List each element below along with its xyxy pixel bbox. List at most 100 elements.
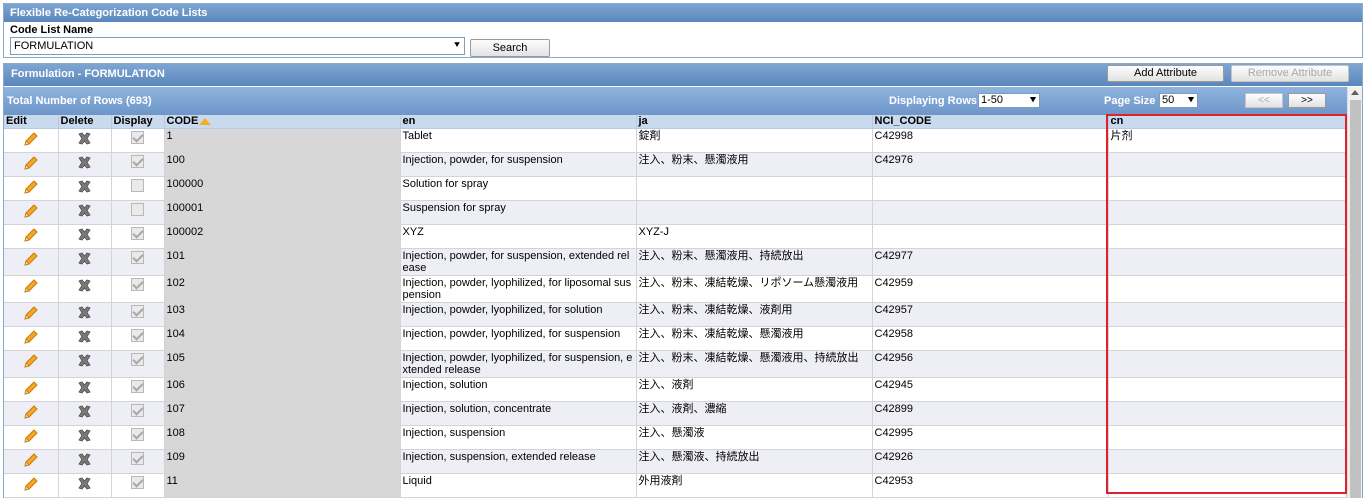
en-cell[interactable]: Injection, powder, lyophilized, for lipo… — [400, 275, 637, 303]
display-checkbox[interactable] — [131, 403, 144, 417]
pencil-edit-icon[interactable] — [23, 329, 39, 348]
display-checkbox[interactable] — [131, 475, 144, 489]
search-button[interactable]: Search — [470, 39, 550, 57]
delete-icon[interactable] — [77, 429, 92, 446]
ja-cell[interactable]: 錠剤 — [636, 128, 873, 153]
display-checkbox[interactable] — [131, 130, 144, 144]
ja-cell[interactable]: 外用液剤 — [636, 473, 873, 498]
pencil-edit-icon[interactable] — [23, 404, 39, 423]
cn-cell[interactable] — [1108, 176, 1347, 201]
nci-code-cell[interactable]: C42956 — [872, 350, 1109, 378]
column-header-ja[interactable]: ja — [636, 115, 873, 129]
pencil-edit-icon[interactable] — [23, 179, 39, 198]
ja-cell[interactable]: 注入、粉末、懸濁液用 — [636, 152, 873, 177]
ja-cell[interactable] — [636, 200, 873, 225]
pencil-edit-icon[interactable] — [23, 353, 39, 372]
delete-icon[interactable] — [77, 330, 92, 347]
en-cell[interactable]: XYZ — [400, 224, 637, 249]
column-header-code[interactable]: CODE — [164, 115, 401, 129]
code-list-select[interactable]: FORMULATION ⯆ — [10, 37, 465, 55]
display-checkbox[interactable] — [131, 427, 144, 441]
en-cell[interactable]: Injection, powder, for suspension, exten… — [400, 248, 637, 276]
display-checkbox[interactable] — [131, 226, 144, 240]
add-attribute-button[interactable]: Add Attribute — [1107, 65, 1224, 82]
nci-code-cell[interactable]: C42945 — [872, 377, 1109, 402]
delete-icon[interactable] — [77, 180, 92, 197]
ja-cell[interactable]: 注入、粉末、懸濁液用、持続放出 — [636, 248, 873, 276]
table-row[interactable]: 105 Injection, powder, lyophilized, for s… — [4, 350, 1347, 378]
table-row[interactable]: 104 Injection, powder, lyophilized, for s… — [4, 326, 1347, 351]
scrollbar-thumb[interactable] — [1350, 100, 1361, 498]
delete-icon[interactable] — [77, 156, 92, 173]
cn-cell[interactable] — [1108, 248, 1347, 276]
next-page-button[interactable]: >> — [1288, 93, 1326, 108]
display-checkbox[interactable] — [131, 250, 144, 264]
pencil-edit-icon[interactable] — [23, 305, 39, 324]
delete-icon[interactable] — [77, 381, 92, 398]
en-cell[interactable]: Injection, solution, concentrate — [400, 401, 637, 426]
nci-code-cell[interactable]: C42899 — [872, 401, 1109, 426]
en-cell[interactable]: Injection, powder, for suspension — [400, 152, 637, 177]
delete-icon[interactable] — [77, 204, 92, 221]
table-row[interactable]: 106 Injection, solution 注入、液剤 C42945 — [4, 377, 1347, 402]
prev-page-button[interactable]: << — [1245, 93, 1283, 108]
ja-cell[interactable]: 注入、粉末、凍結乾燥、懸濁液用、持続放出 — [636, 350, 873, 378]
nci-code-cell[interactable]: C42959 — [872, 275, 1109, 303]
delete-icon[interactable] — [77, 306, 92, 323]
cn-cell[interactable] — [1108, 473, 1347, 498]
cn-cell[interactable] — [1108, 425, 1347, 450]
pencil-edit-icon[interactable] — [23, 278, 39, 297]
pencil-edit-icon[interactable] — [23, 476, 39, 495]
page-size-select[interactable]: 50 ⯆ — [1159, 93, 1198, 108]
table-row[interactable]: 109 Injection, suspension, extended relea… — [4, 449, 1347, 474]
table-row[interactable]: 100001 Suspension for spray — [4, 200, 1347, 225]
en-cell[interactable]: Liquid — [400, 473, 637, 498]
delete-icon[interactable] — [77, 228, 92, 245]
display-checkbox[interactable] — [131, 379, 144, 393]
cn-cell[interactable] — [1108, 200, 1347, 225]
delete-icon[interactable] — [77, 132, 92, 149]
cn-cell[interactable] — [1108, 302, 1347, 327]
table-row[interactable]: 103 Injection, powder, lyophilized, for s… — [4, 302, 1347, 327]
table-row[interactable]: 107 Injection, solution, concentrate 注入、液剤… — [4, 401, 1347, 426]
en-cell[interactable]: Tablet — [400, 128, 637, 153]
delete-icon[interactable] — [77, 252, 92, 269]
table-row[interactable]: 100 Injection, powder, for suspension 注入、粉… — [4, 152, 1347, 177]
pencil-edit-icon[interactable] — [23, 380, 39, 399]
delete-icon[interactable] — [77, 354, 92, 371]
table-row[interactable]: 101 Injection, powder, for suspension, ex… — [4, 248, 1347, 276]
display-checkbox[interactable] — [131, 304, 144, 318]
column-header-nci-code[interactable]: NCI_CODE — [872, 115, 1109, 129]
pencil-edit-icon[interactable] — [23, 131, 39, 150]
en-cell[interactable]: Injection, suspension, extended release — [400, 449, 637, 474]
nci-code-cell[interactable]: C42957 — [872, 302, 1109, 327]
ja-cell[interactable]: 注入、粉末、凍結乾燥、リポソーム懸濁液用 — [636, 275, 873, 303]
display-checkbox[interactable] — [131, 352, 144, 366]
table-row[interactable]: 100000 Solution for spray — [4, 176, 1347, 201]
vertical-scrollbar[interactable] — [1347, 87, 1362, 498]
display-checkbox[interactable] — [131, 328, 144, 342]
table-row[interactable]: 102 Injection, powder, lyophilized, for l… — [4, 275, 1347, 303]
display-checkbox[interactable] — [131, 451, 144, 465]
pencil-edit-icon[interactable] — [23, 203, 39, 222]
table-row[interactable]: 1 Tablet 錠剤 C42998 片剂 — [4, 128, 1347, 153]
cn-cell[interactable] — [1108, 275, 1347, 303]
ja-cell[interactable]: 注入、懸濁液、持続放出 — [636, 449, 873, 474]
nci-code-cell[interactable] — [872, 200, 1109, 225]
cn-cell[interactable]: 片剂 — [1108, 128, 1347, 153]
pencil-edit-icon[interactable] — [23, 227, 39, 246]
delete-icon[interactable] — [77, 453, 92, 470]
nci-code-cell[interactable]: C42926 — [872, 449, 1109, 474]
cn-cell[interactable] — [1108, 377, 1347, 402]
pencil-edit-icon[interactable] — [23, 452, 39, 471]
en-cell[interactable]: Injection, powder, lyophilized, for susp… — [400, 326, 637, 351]
display-checkbox[interactable] — [131, 178, 144, 192]
display-checkbox[interactable] — [131, 154, 144, 168]
cn-cell[interactable] — [1108, 224, 1347, 249]
ja-cell[interactable]: 注入、液剤 — [636, 377, 873, 402]
en-cell[interactable]: Injection, powder, lyophilized, for susp… — [400, 350, 637, 378]
nci-code-cell[interactable]: C42995 — [872, 425, 1109, 450]
en-cell[interactable]: Suspension for spray — [400, 200, 637, 225]
cn-cell[interactable] — [1108, 326, 1347, 351]
display-checkbox[interactable] — [131, 277, 144, 291]
